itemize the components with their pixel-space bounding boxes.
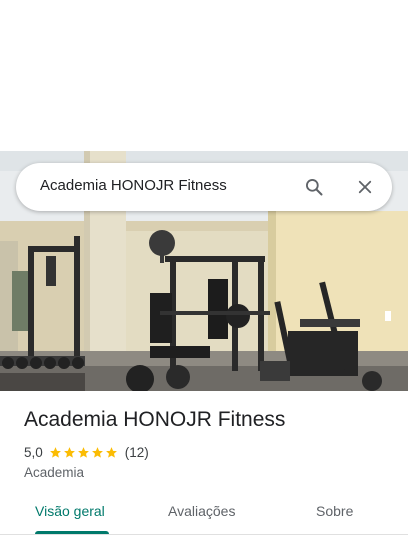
star-icon	[91, 446, 103, 458]
place-tabs: Visão geral Avaliações Sobre	[0, 496, 408, 542]
close-icon[interactable]	[353, 175, 377, 199]
tab-overview[interactable]: Visão geral	[35, 503, 105, 519]
tabs-divider	[0, 534, 408, 535]
search-bar[interactable]: Academia HONOJR Fitness	[16, 163, 392, 211]
tab-reviews[interactable]: Avaliações	[168, 503, 235, 519]
search-input[interactable]: Academia HONOJR Fitness	[40, 177, 227, 194]
map-blank-area	[0, 0, 408, 151]
star-icon	[77, 446, 89, 458]
star-icon	[49, 446, 61, 458]
review-count[interactable]: (12)	[125, 445, 149, 460]
rating-value: 5,0	[24, 444, 43, 460]
star-icon	[63, 446, 75, 458]
tab-about[interactable]: Sobre	[316, 503, 353, 519]
place-category[interactable]: Academia	[24, 465, 84, 480]
rating-row[interactable]: 5,0 (12)	[24, 444, 149, 460]
rating-stars	[49, 446, 119, 459]
star-icon	[105, 446, 117, 458]
place-title: Academia HONOJR Fitness	[24, 408, 286, 431]
search-icon[interactable]	[302, 175, 326, 199]
